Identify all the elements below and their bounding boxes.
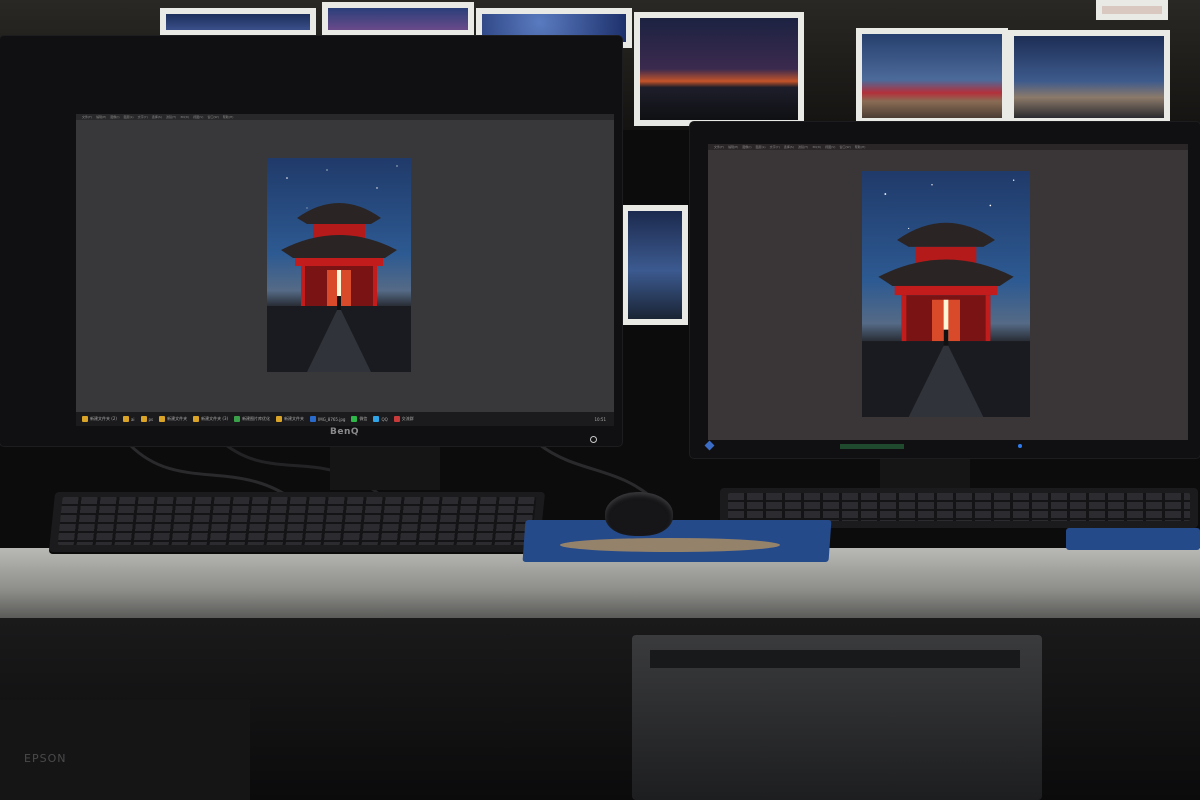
folder-icon [159, 416, 166, 422]
temple-photo-left [267, 158, 411, 372]
mousepad-print [560, 538, 780, 552]
monitor-stand-left [330, 440, 440, 490]
folder-icon [122, 416, 129, 422]
clock-label: 10:51 [594, 416, 606, 422]
menu-bar-right: 文件(F) 编辑(E) 图像(I) 图层(L) 文字(Y) 选择(S) 滤镜(T… [708, 144, 1188, 150]
epson-label: EPSON [24, 752, 67, 765]
app-icon [234, 416, 241, 422]
taskbar-item-3[interactable]: 新建文件夹 [159, 415, 187, 423]
taskbar-item-8[interactable]: 微信 [351, 415, 367, 423]
menu-item-layer[interactable]: 图层(L) [756, 145, 766, 149]
taskbar-label: ai [130, 416, 135, 422]
taskbar-item-7[interactable]: IMG_8765.jpg [310, 415, 345, 423]
taskbar-label: 微信 [359, 416, 368, 421]
wall-print-starry-sky-1 [160, 8, 316, 36]
menu-item-type[interactable]: 文字(Y) [770, 145, 780, 149]
menu-item-help[interactable]: 帮助(H) [855, 145, 866, 149]
keyboard-keys [728, 493, 1190, 521]
menu-item-edit[interactable]: 编辑(E) [96, 115, 106, 119]
mousepad-right [1066, 528, 1200, 550]
menu-item-file[interactable]: 文件(F) [82, 115, 92, 119]
folder-icon [82, 416, 88, 422]
taskbar-item-4[interactable]: 新建文件夹 (3) [193, 415, 228, 423]
printer-slot [650, 650, 1020, 668]
taskbar-label: QQ [381, 416, 388, 422]
wall-print-lighthouse [1008, 30, 1170, 124]
taskbar-label: 新建文件夹 [284, 416, 305, 421]
menu-item-view[interactable]: 视图(V) [825, 145, 835, 149]
keyboard-keys [57, 497, 537, 545]
menu-item-3d[interactable]: 3D(D) [812, 145, 821, 149]
temple-illustration [862, 179, 1030, 417]
taskbar-label: 交流群 [401, 416, 414, 421]
taskbar-item-6[interactable]: 新建文件夹 [276, 415, 304, 423]
menu-bar-left: 文件(F) 编辑(E) 图像(I) 图层(L) 文字(Y) 选择(S) 滤镜(T… [76, 114, 614, 120]
menu-item-window[interactable]: 窗口(W) [207, 115, 218, 119]
menu-item-window[interactable]: 窗口(W) [839, 145, 850, 149]
folder-icon [276, 416, 283, 422]
menu-item-3d[interactable]: 3D(D) [180, 115, 189, 119]
taskbar-label: 新建文件夹 (2) [90, 416, 117, 421]
menu-item-image[interactable]: 图像(I) [110, 115, 119, 119]
menu-item-layer[interactable]: 图层(L) [124, 115, 134, 119]
wall-print-partial-top-right [1096, 0, 1168, 20]
menu-item-image[interactable]: 图像(I) [742, 145, 751, 149]
taskbar-item-10[interactable]: 交流群 [393, 415, 414, 423]
epson-printer [0, 700, 250, 800]
monitor-left-screen: 文件(F) 编辑(E) 图像(I) 图层(L) 文字(Y) 选择(S) 滤镜(T… [76, 114, 614, 426]
folder-icon [193, 416, 200, 422]
menu-item-filter[interactable]: 滤镜(T) [798, 145, 808, 149]
mouse[interactable] [605, 492, 673, 536]
taskbar-label: IMG_8765.jpg [318, 416, 346, 422]
wall-print-night-sea [622, 205, 688, 325]
keyboard-left[interactable] [48, 492, 546, 552]
menu-item-edit[interactable]: 编辑(E) [728, 145, 738, 149]
temple-illustration [267, 165, 411, 372]
power-button-left[interactable] [590, 436, 597, 443]
taskbar-label: 新建图片库优化 [242, 416, 271, 421]
folder-icon [140, 416, 147, 422]
menu-item-view[interactable]: 视图(V) [193, 115, 203, 119]
menu-item-select[interactable]: 选择(S) [152, 115, 162, 119]
monitor-right: 文件(F) 编辑(E) 图像(I) 图层(L) 文字(Y) 选择(S) 滤镜(T… [690, 122, 1200, 458]
temple-photo-right [862, 171, 1030, 417]
taskbar-item-5[interactable]: 新建图片库优化 [234, 415, 270, 423]
taskbar-clock[interactable]: 10:51 [594, 415, 606, 423]
qq-icon [373, 416, 380, 422]
benq-logo: BenQ [330, 427, 360, 437]
taskbar-label: ps [148, 416, 154, 422]
taskbar-item-0[interactable]: 新建文件夹 (2) [82, 415, 117, 423]
wechat-icon [351, 416, 358, 422]
monitor-label-strip [840, 444, 904, 449]
wall-print-red-boat [856, 28, 1008, 124]
menu-item-select[interactable]: 选择(S) [784, 145, 794, 149]
chat-icon [393, 416, 400, 422]
monitor-left: 文件(F) 编辑(E) 图像(I) 图层(L) 文字(Y) 选择(S) 滤镜(T… [0, 36, 622, 446]
wall-print-sunset-milkyway [634, 12, 804, 126]
taskbar-left: 新建文件夹 (2) ai ps 新建文件夹 新建文件夹 (3) 新建图片库优化 … [76, 412, 614, 426]
menu-item-filter[interactable]: 滤镜(T) [166, 115, 176, 119]
taskbar-label: 新建文件夹 [167, 416, 188, 421]
taskbar-item-1[interactable]: ai [122, 415, 135, 423]
photoshop-icon [310, 416, 317, 422]
power-led-right[interactable] [1018, 444, 1022, 448]
taskbar-label: 新建文件夹 (3) [201, 416, 229, 421]
taskbar-item-9[interactable]: QQ [373, 415, 388, 423]
wall-print-starry-sky-2 [322, 2, 474, 36]
menu-item-help[interactable]: 帮助(H) [223, 115, 234, 119]
menu-item-type[interactable]: 文字(Y) [138, 115, 148, 119]
menu-item-file[interactable]: 文件(F) [714, 145, 724, 149]
taskbar-item-2[interactable]: ps [140, 415, 154, 423]
monitor-right-screen: 文件(F) 编辑(E) 图像(I) 图层(L) 文字(Y) 选择(S) 滤镜(T… [708, 144, 1188, 440]
